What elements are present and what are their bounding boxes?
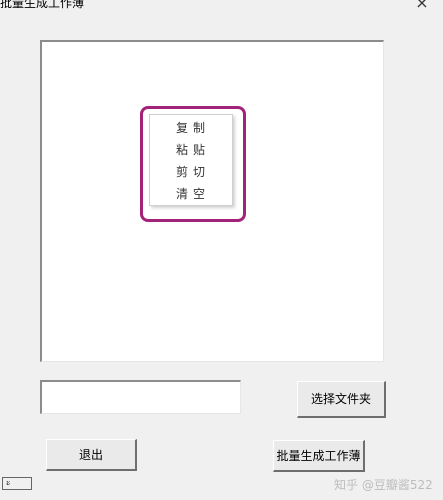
- context-menu: 复制 粘贴 剪切 清空: [149, 114, 233, 206]
- select-folder-button[interactable]: 选择文件夹: [297, 381, 386, 418]
- context-menu-cut[interactable]: 剪切: [150, 161, 232, 183]
- folder-path-input[interactable]: [40, 380, 241, 414]
- context-menu-copy[interactable]: 复制: [150, 117, 232, 139]
- close-icon[interactable]: ×: [413, 0, 431, 12]
- window-title: 批量生成工作薄: [0, 0, 85, 10]
- context-menu-paste[interactable]: 粘贴: [150, 139, 232, 161]
- context-menu-clear[interactable]: 清空: [150, 183, 232, 205]
- exit-button[interactable]: 退出: [46, 439, 137, 471]
- status-box: ะ: [2, 477, 32, 490]
- batch-generate-button[interactable]: 批量生成工作薄: [273, 440, 365, 472]
- watermark: 知乎 @豆瓣酱522: [334, 478, 433, 492]
